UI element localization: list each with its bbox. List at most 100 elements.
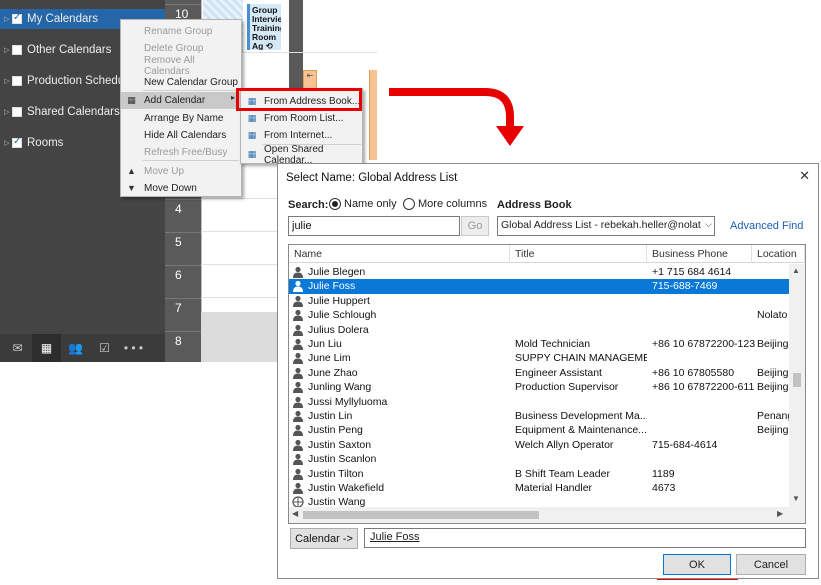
close-icon[interactable]: ✕ [799, 168, 810, 184]
cancel-button[interactable]: Cancel [736, 554, 806, 575]
horizontal-scrollbar[interactable]: ◀ ▶ [289, 507, 789, 523]
expand-triangle-icon[interactable]: ▷ [2, 108, 12, 116]
submenu-item[interactable]: ▦ From Address Book... [241, 93, 362, 110]
hscroll-thumb[interactable] [303, 511, 539, 519]
select-name-dialog: Select Name: Global Address List ✕ Searc… [277, 163, 819, 579]
advanced-find-link[interactable]: Advanced Find [730, 220, 803, 232]
mail-icon[interactable]: ✉ [3, 334, 32, 362]
radio-off-icon [403, 198, 415, 210]
scroll-right-icon[interactable]: ▶ [777, 509, 783, 518]
table-row[interactable]: June Zhao Engineer Assistant +86 10 678055… [289, 366, 789, 380]
cell-name: Julie Huppert [308, 294, 370, 307]
menu-item[interactable]: New Calendar Group [121, 74, 241, 91]
column-header[interactable]: Location [752, 245, 805, 263]
vertical-scrollbar[interactable]: ▲ ▼ [789, 264, 805, 507]
table-row[interactable]: Julie Blegen +1 715 684 4614 [289, 265, 789, 279]
table-row[interactable]: Justin Lin Business Development Ma... Pena… [289, 409, 793, 423]
table-row[interactable]: Justin Scanlon [289, 452, 789, 466]
menu-item[interactable]: Arrange By Name [121, 110, 241, 127]
menu-item: Remove All Calendars [121, 55, 241, 77]
checkbox-empty-icon[interactable] [12, 107, 22, 117]
table-row[interactable]: June Lim SUPPY CHAIN MANAGEME... [289, 351, 789, 365]
cell-phone [652, 351, 756, 365]
checkbox-checked-icon[interactable] [12, 12, 22, 24]
cell-title: SUPPY CHAIN MANAGEME... [515, 352, 647, 365]
menu-item-label: Refresh Free/Busy [144, 147, 228, 158]
day-number: 7 [165, 298, 201, 330]
scroll-down-icon[interactable]: ▼ [792, 494, 800, 503]
ok-button[interactable]: OK [663, 554, 731, 575]
calendar-icon[interactable]: ▦ [32, 334, 61, 362]
column-header[interactable]: Name [289, 245, 510, 263]
calendar-recipient-field[interactable]: Julie Foss [364, 528, 806, 548]
checkbox-empty-icon[interactable] [12, 76, 22, 86]
cell-phone [652, 452, 756, 466]
people-icon[interactable]: 👥 [61, 334, 90, 362]
search-input[interactable] [288, 216, 460, 236]
column-header[interactable]: Title [510, 245, 647, 263]
table-row[interactable]: Justin Tilton B Shift Team Leader 1189 [289, 467, 789, 481]
table-row[interactable]: Justin Peng Equipment & Maintenance... Bei… [289, 423, 789, 437]
cell-name: Justin Wakefield [308, 482, 385, 494]
search-label: Search: [288, 199, 329, 211]
table-row[interactable]: Jussi Myllyluoma [289, 395, 789, 409]
tasks-icon[interactable]: ☑ [90, 334, 119, 362]
person-icon [293, 295, 303, 307]
table-row[interactable]: Julie Foss 715-688-7469 [289, 279, 789, 294]
cell-name: June Lim [308, 352, 351, 365]
expand-triangle-icon[interactable]: ▷ [2, 139, 12, 147]
cell-phone: +86 10 67872200-611 [652, 381, 755, 394]
column-header[interactable]: Business Phone [647, 245, 752, 263]
calendar-add-icon: ▦ [127, 95, 136, 105]
table-row[interactable]: Junling Wang Production Supervisor +86 10 … [289, 380, 789, 394]
submenu-item[interactable]: ▦ Open Shared Calendar... [241, 144, 362, 166]
table-row[interactable]: Justin Wakefield Material Handler 4673 [289, 481, 789, 495]
list-header: Name Title Business Phone Location [289, 245, 805, 263]
scroll-up-icon[interactable]: ▲ [792, 266, 800, 275]
expand-triangle-icon[interactable]: ▷ [2, 77, 12, 85]
cell-name: Justin Saxton [308, 438, 372, 451]
submenu-item[interactable]: ▦ From Internet... [241, 127, 362, 144]
calendar-group-context-menu: Rename Group Delete Group Remove All Calen… [120, 19, 242, 197]
go-button[interactable]: Go [461, 216, 489, 236]
checkbox-checked-icon[interactable] [12, 136, 22, 148]
cell-name: Justin Lin [308, 410, 353, 422]
checkbox-empty-icon[interactable] [12, 45, 22, 55]
expand-triangle-icon[interactable]: ▷ [2, 46, 12, 54]
radio-name-only[interactable]: Name only [329, 198, 397, 210]
arrow-down-icon: ▼ [127, 183, 136, 193]
more-icon[interactable]: • • • [119, 334, 148, 362]
radio-more-columns-label: More columns [418, 198, 488, 210]
collapse-tab[interactable]: ⇤ [303, 70, 317, 90]
table-row[interactable]: Justin Saxton Welch Allyn Operator 715-684… [289, 438, 789, 452]
table-row[interactable]: Julie Huppert [289, 294, 789, 308]
cell-title [515, 308, 647, 322]
name-list[interactable]: Name Title Business Phone Location Julie Bl… [288, 244, 806, 524]
menu-item[interactable]: Hide All Calendars [121, 127, 241, 144]
cell-phone: 715-688-7469 [652, 280, 718, 293]
expand-triangle-icon[interactable]: ▷ [2, 15, 12, 23]
appointment-extra: Ag ⟲ ⊘ [252, 41, 273, 51]
address-book-select[interactable]: Global Address List - rebekah.heller@nol… [497, 216, 715, 236]
cell-phone: 4673 [652, 482, 676, 494]
menu-item[interactable]: ▦ Add Calendar ▸ [121, 92, 241, 109]
cell-phone [652, 294, 756, 308]
person-icon [293, 425, 303, 437]
cell-phone [652, 323, 756, 337]
calendar-add-button[interactable]: Calendar -> [290, 528, 358, 549]
cell-phone: 1189 [652, 467, 675, 480]
day-number: 4 [165, 199, 201, 231]
submenu-item-label: From Internet... [264, 130, 333, 141]
appointment-block[interactable]: Group Intervie Training Room Ag ⟲ ⊘ [247, 4, 281, 50]
side-tab[interactable] [369, 70, 377, 160]
scroll-left-icon[interactable]: ◀ [292, 509, 298, 518]
table-row[interactable]: Jun Liu Mold Technician +86 10 67872200-12… [289, 337, 789, 351]
radio-more-columns[interactable]: More columns [403, 198, 487, 210]
submenu-arrow-icon: ▸ [230, 93, 235, 102]
appointment-text: Group Intervie Training Room [252, 5, 281, 42]
table-row[interactable]: Julie Schlough Nolato [289, 308, 789, 322]
submenu-item[interactable]: ▦ From Room List... [241, 110, 362, 127]
menu-item[interactable]: ▼ Move Down [121, 180, 241, 197]
scroll-thumb[interactable] [793, 373, 801, 387]
table-row[interactable]: Julius Dolera [289, 323, 789, 337]
